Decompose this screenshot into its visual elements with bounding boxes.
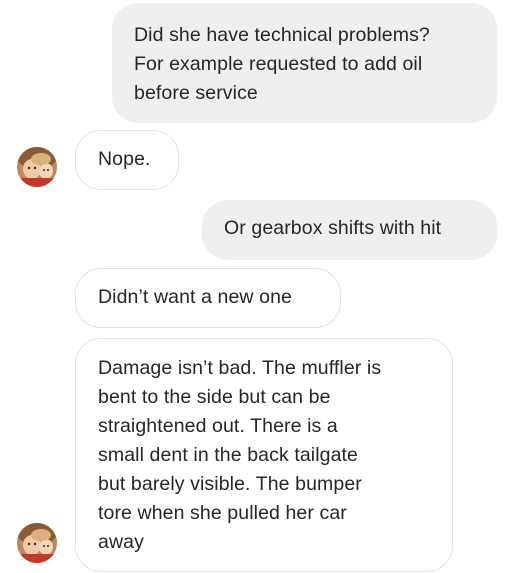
contact-avatar[interactable] bbox=[17, 523, 57, 563]
message-text: Or gearbox shifts with hit bbox=[224, 217, 442, 239]
received-message-bubble[interactable]: Didn’t want a new one bbox=[75, 268, 341, 328]
avatar-photo-icon bbox=[17, 147, 57, 187]
message-text: Did she have technical problems? For exa… bbox=[134, 24, 430, 104]
message-text: Damage isn’t bad. The muffler is bent to… bbox=[98, 357, 382, 553]
sent-message-bubble[interactable]: Did she have technical problems? For exa… bbox=[112, 3, 497, 123]
contact-avatar[interactable] bbox=[17, 147, 57, 187]
avatar-photo-icon bbox=[17, 523, 57, 563]
received-message-bubble[interactable]: Damage isn’t bad. The muffler is bent to… bbox=[75, 338, 453, 572]
sent-message-bubble[interactable]: Or gearbox shifts with hit bbox=[202, 200, 497, 260]
received-message-bubble[interactable]: Nope. bbox=[75, 130, 179, 190]
message-text: Didn’t want a new one bbox=[98, 286, 292, 308]
message-text: Nope. bbox=[98, 148, 151, 170]
